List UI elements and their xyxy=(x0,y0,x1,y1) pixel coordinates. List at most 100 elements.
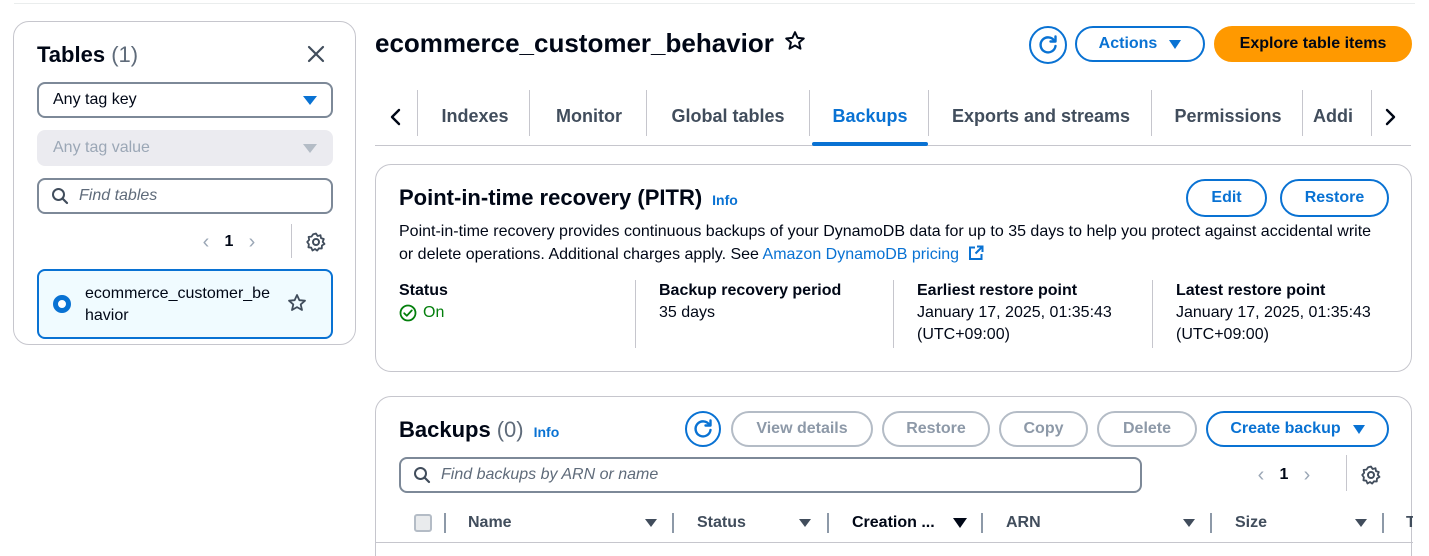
status-value: On xyxy=(399,302,448,324)
refresh-button[interactable] xyxy=(1029,26,1067,64)
pricing-link[interactable]: Amazon DynamoDB pricing xyxy=(763,246,960,263)
tab-additional[interactable]: Addi xyxy=(1313,88,1371,145)
kv-divider xyxy=(1152,280,1153,348)
tab-divider xyxy=(417,90,418,136)
pitr-description: Point-in-time recovery provides continuo… xyxy=(399,220,1389,268)
tag-value-select-value: Any tag value xyxy=(53,139,150,156)
backups-info-link[interactable]: Info xyxy=(534,424,560,440)
page-title-text: ecommerce_customer_behavior xyxy=(375,28,774,58)
pitr-edit-button[interactable]: Edit xyxy=(1186,179,1267,217)
column-header-size[interactable]: Size xyxy=(1235,507,1267,539)
search-icon xyxy=(414,467,431,484)
column-header-name[interactable]: Name xyxy=(468,507,512,539)
restore-label: Restore xyxy=(906,420,966,437)
earliest-value-tz: (UTC+09:00) xyxy=(917,326,1010,343)
tab-divider xyxy=(1302,90,1303,136)
tab-backups[interactable]: Backups xyxy=(812,88,928,146)
refresh-icon xyxy=(694,419,712,438)
kv-divider xyxy=(893,280,894,348)
backups-restore-button[interactable]: Restore xyxy=(882,411,990,447)
backups-heading: Backups (0) Info xyxy=(399,417,559,443)
edit-label: Edit xyxy=(1211,189,1242,206)
column-divider xyxy=(981,513,983,533)
caret-down-icon xyxy=(1169,39,1182,49)
search-icon xyxy=(52,188,69,205)
delete-button[interactable]: Delete xyxy=(1097,411,1197,447)
sort-caret-icon[interactable] xyxy=(799,519,811,527)
copy-button[interactable]: Copy xyxy=(999,411,1088,447)
column-divider xyxy=(1210,513,1212,533)
column-divider xyxy=(672,513,674,533)
tab-global-tables[interactable]: Global tables xyxy=(653,88,803,145)
page-number[interactable]: 1 xyxy=(1277,466,1291,484)
find-backups-input[interactable]: Find backups by ARN or name xyxy=(399,457,1142,493)
view-details-label: View details xyxy=(756,420,848,437)
page-number[interactable]: 1 xyxy=(222,233,236,251)
pitr-restore-button[interactable]: Restore xyxy=(1280,179,1389,217)
sort-caret-icon[interactable] xyxy=(953,518,967,528)
sort-caret-icon[interactable] xyxy=(1355,519,1367,527)
explore-table-items-button[interactable]: Explore table items xyxy=(1214,26,1412,62)
tab-monitor[interactable]: Monitor xyxy=(535,88,643,145)
backups-pagination: ‹ 1 › xyxy=(1245,461,1323,489)
star-icon[interactable] xyxy=(784,28,806,59)
tab-divider xyxy=(1151,90,1152,136)
chevron-right-icon[interactable] xyxy=(1375,102,1405,132)
find-tables-placeholder: Find tables xyxy=(79,187,158,204)
backups-title: Backups xyxy=(399,417,491,442)
pitr-info-link[interactable]: Info xyxy=(712,192,738,208)
settings-gear-icon[interactable] xyxy=(306,232,326,257)
sort-caret-icon[interactable] xyxy=(645,519,657,527)
earliest-restore-point: Earliest restore point January 17, 2025,… xyxy=(917,280,1112,348)
close-icon[interactable] xyxy=(302,40,330,68)
table-list-item[interactable]: ecommerce_customer_behavior xyxy=(37,269,333,339)
chevron-left-icon[interactable]: ‹ xyxy=(1245,464,1277,487)
caret-down-icon xyxy=(303,95,317,105)
divider xyxy=(291,224,292,258)
explore-label: Explore table items xyxy=(1239,35,1387,52)
actions-button[interactable]: Actions xyxy=(1075,26,1205,62)
tables-panel-title: Tables (1) xyxy=(37,42,138,68)
tab-indexes[interactable]: Indexes xyxy=(423,88,527,145)
column-divider xyxy=(1382,513,1384,533)
latest-label: Latest restore point xyxy=(1176,282,1326,299)
create-backup-label: Create backup xyxy=(1230,420,1341,437)
backups-container: Backups (0) Info View details Restore Co… xyxy=(375,396,1413,556)
caret-down-icon xyxy=(1352,424,1365,434)
column-header-type[interactable]: T xyxy=(1406,507,1413,539)
find-tables-input[interactable]: Find tables xyxy=(37,178,333,214)
tab-permissions[interactable]: Permissions xyxy=(1157,88,1299,145)
latest-value-tz: (UTC+09:00) xyxy=(1176,326,1269,343)
create-backup-button[interactable]: Create backup xyxy=(1206,411,1389,447)
chevron-left-icon[interactable] xyxy=(381,102,411,132)
tab-divider xyxy=(809,90,810,136)
status-label: Status xyxy=(399,282,448,299)
tab-divider xyxy=(646,90,647,136)
tables-panel: Tables (1) Any tag key Any tag value Fin… xyxy=(13,21,356,345)
settings-gear-icon[interactable] xyxy=(1361,465,1381,490)
top-divider xyxy=(14,0,1415,4)
tab-exports-and-streams[interactable]: Exports and streams xyxy=(935,88,1147,145)
divider xyxy=(1346,455,1347,491)
column-divider xyxy=(444,513,446,533)
sort-caret-icon[interactable] xyxy=(1183,519,1195,527)
radio-selected[interactable] xyxy=(53,295,71,313)
backups-refresh-button[interactable] xyxy=(685,411,721,447)
external-link-icon[interactable] xyxy=(968,245,984,268)
column-header-arn[interactable]: ARN xyxy=(1006,507,1041,539)
restore-label: Restore xyxy=(1304,189,1365,206)
tag-value-select: Any tag value xyxy=(37,130,333,166)
chevron-right-icon[interactable]: › xyxy=(1291,464,1323,487)
tag-key-select[interactable]: Any tag key xyxy=(37,82,333,118)
refresh-icon xyxy=(1039,35,1057,54)
column-header-status[interactable]: Status xyxy=(697,507,746,539)
latest-restore-point: Latest restore point January 17, 2025, 0… xyxy=(1176,280,1371,348)
chevron-right-icon[interactable]: › xyxy=(236,231,268,254)
pitr-status: Status On xyxy=(399,280,448,348)
column-header-creation[interactable]: Creation ... xyxy=(852,507,935,539)
view-details-button[interactable]: View details xyxy=(731,411,873,447)
table-name[interactable]: ecommerce_customer_behavior xyxy=(85,283,275,327)
chevron-left-icon[interactable]: ‹ xyxy=(190,231,222,254)
star-icon[interactable] xyxy=(287,293,307,318)
select-all-checkbox[interactable] xyxy=(414,514,432,532)
